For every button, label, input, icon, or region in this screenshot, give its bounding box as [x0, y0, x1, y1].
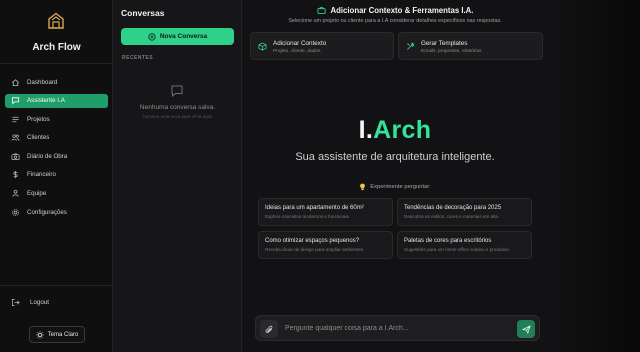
- paperclip-icon: [265, 325, 272, 333]
- theme-toggle-button[interactable]: Tema Claro: [29, 326, 85, 343]
- sidebar-item-label: Equipe: [27, 190, 47, 198]
- plus-circle-icon: [148, 32, 156, 41]
- hero-title: I.Arch: [242, 116, 548, 145]
- generate-templates-title: Gerar Templates: [421, 40, 468, 47]
- new-conversation-label: Nova Conversa: [159, 33, 208, 40]
- assistant-main: Adicionar Contexto & Ferramentas I.A. Se…: [242, 0, 640, 352]
- sidebar-item-dashboard[interactable]: Dashboard: [5, 75, 108, 89]
- add-context-card[interactable]: Adicionar Contexto Projeto, cliente, dad…: [250, 32, 394, 60]
- tools-icon: [406, 42, 415, 51]
- add-context-subtitle: Projeto, cliente, dados: [273, 49, 321, 54]
- sidebar-divider: [0, 63, 113, 64]
- conversations-title: Conversas: [121, 8, 165, 18]
- gear-icon: [11, 208, 20, 217]
- suggestion-card[interactable]: Como otimizar espaços pequenos? Receba d…: [258, 231, 393, 259]
- send-button[interactable]: [517, 320, 535, 338]
- suggestion-subtitle: Receba dicas de design para ampliar ambi…: [265, 247, 365, 252]
- sidebar-item-label: Assistente I.A: [27, 97, 65, 105]
- suggestion-subtitle: Sugestões para um home office criativo e…: [404, 247, 510, 252]
- context-header-title: Adicionar Contexto & Ferramentas I.A.: [330, 6, 474, 15]
- hero-tagline: Sua assistente de arquitetura inteligent…: [295, 151, 495, 163]
- try-asking-label: Experimente perguntar:: [370, 184, 431, 190]
- sidebar-item-label: Configurações: [27, 208, 67, 216]
- sidebar-item-configuracoes[interactable]: Configurações: [5, 205, 108, 219]
- sidebar-item-equipe[interactable]: Equipe: [5, 187, 108, 201]
- attach-button[interactable]: [260, 320, 278, 338]
- dollar-icon: [11, 170, 20, 179]
- briefcase-icon: [316, 6, 326, 15]
- suggestion-title: Paletas de cores para escritórios: [404, 238, 492, 244]
- suggestion-subtitle: Explore conceitos modernos e funcionais.: [265, 214, 351, 219]
- recent-heading: RECENTES: [122, 55, 154, 61]
- sidebar-item-financeiro[interactable]: Financeiro: [5, 168, 108, 182]
- suggestion-card[interactable]: Ideias para um apartamento de 60m² Explo…: [258, 198, 393, 226]
- sidebar-divider: [0, 285, 113, 286]
- sidebar-item-label: Clientes: [27, 134, 50, 142]
- logout-label: Logout: [30, 299, 49, 306]
- arch-flow-logo-icon: [48, 12, 64, 29]
- sidebar-item-label: Financeiro: [27, 171, 56, 179]
- sidebar-item-label: Projetos: [27, 115, 50, 123]
- suggestion-card[interactable]: Tendências de decoração para 2025 Descub…: [397, 198, 532, 226]
- conversations-panel: Conversas Nova Conversa RECENTES Nenhuma…: [113, 0, 242, 352]
- chat-input[interactable]: [285, 316, 505, 340]
- sidebar-item-projetos[interactable]: Projetos: [5, 112, 108, 126]
- generate-templates-card[interactable]: Gerar Templates Emails, propostas, relat…: [398, 32, 543, 60]
- empty-chat-icon: [171, 85, 183, 98]
- sun-icon: [36, 330, 44, 339]
- send-icon: [521, 324, 531, 334]
- hero-title-prefix: I.: [358, 116, 374, 144]
- sidebar-item-assistente-ia[interactable]: Assistente I.A: [5, 93, 108, 108]
- team-icon: [11, 189, 20, 198]
- suggestion-card[interactable]: Paletas de cores para escritórios Sugest…: [397, 231, 532, 259]
- generate-templates-subtitle: Emails, propostas, relatórios: [421, 49, 482, 54]
- users-icon: [11, 133, 20, 142]
- suggestion-subtitle: Descubra os estilos, cores e materiais e…: [404, 214, 500, 219]
- brand-name: Arch Flow: [32, 42, 81, 53]
- add-context-title: Adicionar Contexto: [273, 40, 327, 47]
- list-icon: [11, 115, 20, 124]
- sidebar-item-label: Dashboard: [27, 78, 58, 86]
- logout-button[interactable]: Logout: [11, 298, 49, 307]
- context-header: Adicionar Contexto & Ferramentas I.A.: [242, 6, 548, 15]
- camera-icon: [11, 152, 20, 161]
- suggestion-title: Ideias para um apartamento de 60m²: [265, 205, 364, 211]
- suggestion-title: Tendências de decoração para 2025: [404, 205, 502, 211]
- sidebar-item-diario-de-obra[interactable]: Diário de Obra: [5, 149, 108, 163]
- try-asking: Experimente perguntar:: [242, 183, 548, 191]
- hero-title-accent: Arch: [373, 116, 432, 144]
- sidebar-item-clientes[interactable]: Clientes: [5, 131, 108, 145]
- context-header-subtitle: Selecione um projeto ou cliente para a I…: [288, 18, 502, 24]
- sidebar-nav: Dashboard Assistente I.A Projetos Client…: [5, 75, 108, 224]
- home-icon: [11, 78, 20, 87]
- logout-icon: [11, 298, 20, 307]
- right-edge-shadow: [548, 0, 640, 352]
- lightbulb-icon: [359, 183, 366, 191]
- chat-input-bar: [255, 315, 540, 341]
- cube-icon: [258, 42, 267, 51]
- new-conversation-button[interactable]: Nova Conversa: [121, 28, 234, 45]
- sidebar-item-label: Diário de Obra: [27, 152, 68, 160]
- empty-state-title: Nenhuma conversa salva.: [139, 104, 216, 111]
- empty-state-subtitle: Comece uma nova para vê-la aqui!: [142, 114, 213, 119]
- chat-icon: [11, 96, 20, 105]
- suggestion-title: Como otimizar espaços pequenos?: [265, 238, 360, 244]
- theme-toggle-label: Tema Claro: [47, 331, 79, 338]
- sidebar: Arch Flow Dashboard Assistente I.A Proje…: [0, 0, 113, 352]
